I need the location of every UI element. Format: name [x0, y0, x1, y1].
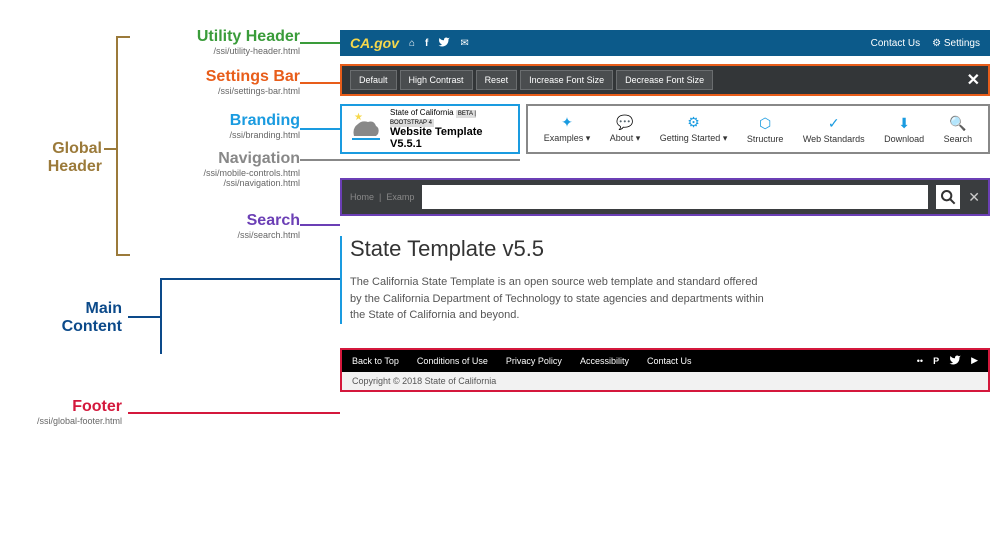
email-icon[interactable]: ✉	[460, 38, 468, 49]
settings-connector	[300, 82, 340, 84]
nav-web-standards[interactable]: ✓Web Standards	[803, 115, 865, 144]
pinterest-icon[interactable]: P	[933, 356, 939, 366]
branding-label: Branding	[0, 112, 340, 130]
settings-bar-label: Settings Bar	[0, 68, 340, 86]
privacy-link[interactable]: Privacy Policy	[506, 356, 562, 366]
increase-font-button[interactable]: Increase Font Size	[520, 70, 613, 90]
nav-about[interactable]: 💬About ▾	[610, 114, 641, 144]
brand-line2: Website Template V5.5.1	[390, 126, 512, 150]
nav-structure[interactable]: ⬡Structure	[747, 115, 784, 144]
close-icon[interactable]: ✕	[967, 70, 980, 90]
search-label: Search	[0, 212, 340, 230]
flickr-icon[interactable]: ••	[917, 356, 923, 366]
nav-search[interactable]: 🔍Search	[944, 115, 973, 144]
about-icon: 💬	[610, 114, 641, 131]
search-nav-icon: 🔍	[944, 115, 973, 132]
accessibility-link[interactable]: Accessibility	[580, 356, 629, 366]
settings-bar: Default High Contrast Reset Increase Fon…	[340, 64, 990, 96]
footer-connector	[128, 412, 340, 414]
branding-path: /ssi/branding.html	[0, 130, 340, 140]
footer-label: Footer	[0, 398, 130, 416]
navigation-path2: /ssi/navigation.html	[0, 178, 340, 188]
reset-button[interactable]: Reset	[476, 70, 518, 90]
main-bracket-left	[160, 278, 162, 354]
youtube-icon[interactable]: ▶	[971, 355, 978, 366]
structure-icon: ⬡	[747, 115, 784, 132]
footer-path: /ssi/global-footer.html	[0, 416, 130, 426]
bear-logo-icon: ★	[348, 114, 384, 144]
page-intro: The California State Template is an open…	[350, 274, 770, 324]
download-icon: ⬇	[884, 115, 924, 132]
utility-header: CA.gov ⌂ f ✉ Contact Us ⚙ Settings	[340, 30, 990, 56]
navigation-label: Navigation	[0, 150, 340, 168]
main-connector	[128, 316, 160, 318]
examples-icon: ✦	[544, 114, 591, 131]
settings-bar-path: /ssi/settings-bar.html	[0, 86, 340, 96]
contact-us-link[interactable]: Contact Us	[871, 38, 920, 49]
search-icon[interactable]	[936, 185, 960, 209]
main-content-label-1: Main	[0, 300, 130, 318]
utility-connector	[300, 42, 340, 44]
footer-twitter-icon[interactable]	[949, 354, 961, 368]
search-connector	[300, 224, 340, 226]
navigation-path1: /ssi/mobile-controls.html	[0, 168, 340, 178]
brand-line1: State of California BETA | BOOTSTRAP 4	[390, 108, 512, 126]
nav-examples[interactable]: ✦Examples ▾	[544, 114, 591, 144]
utility-header-path: /ssi/utility-header.html	[0, 46, 340, 56]
branding-block[interactable]: ★ State of California BETA | BOOTSTRAP 4…	[340, 104, 520, 154]
main-navigation: ✦Examples ▾ 💬About ▾ ⚙Getting Started ▾ …	[526, 104, 990, 154]
back-to-top-link[interactable]: Back to Top	[352, 356, 399, 366]
search-bar: Home | Examp ✕	[340, 178, 990, 216]
standards-icon: ✓	[803, 115, 865, 132]
facebook-icon[interactable]: f	[425, 38, 428, 49]
default-button[interactable]: Default	[350, 70, 397, 90]
page-title: State Template v5.5	[350, 236, 990, 262]
main-content-label-2: Content	[0, 318, 130, 336]
nav-getting-started[interactable]: ⚙Getting Started ▾	[660, 114, 728, 144]
global-footer: Back to Top Conditions of Use Privacy Po…	[340, 348, 990, 392]
search-path: /ssi/search.html	[0, 230, 340, 240]
search-close-icon[interactable]: ✕	[968, 189, 980, 206]
twitter-icon[interactable]	[438, 36, 450, 51]
copyright: Copyright © 2018 State of California	[342, 372, 988, 390]
gear-icon: ⚙	[660, 114, 728, 131]
breadcrumb: Home | Examp	[350, 192, 414, 202]
footer-contact-link[interactable]: Contact Us	[647, 356, 692, 366]
conditions-link[interactable]: Conditions of Use	[417, 356, 488, 366]
search-input[interactable]	[422, 185, 928, 209]
home-icon[interactable]: ⌂	[409, 38, 415, 49]
utility-header-label: Utility Header	[0, 28, 340, 46]
high-contrast-button[interactable]: High Contrast	[400, 70, 473, 90]
branding-connector	[300, 128, 340, 130]
nav-download[interactable]: ⬇Download	[884, 115, 924, 144]
ca-gov-logo[interactable]: CA.gov	[350, 35, 399, 51]
main-bracket-top	[160, 278, 340, 280]
global-header-connector	[104, 148, 116, 150]
decrease-font-button[interactable]: Decrease Font Size	[616, 70, 713, 90]
global-header-bracket	[116, 36, 130, 256]
main-content: State Template v5.5 The California State…	[340, 236, 990, 324]
settings-link[interactable]: ⚙ Settings	[932, 38, 980, 49]
